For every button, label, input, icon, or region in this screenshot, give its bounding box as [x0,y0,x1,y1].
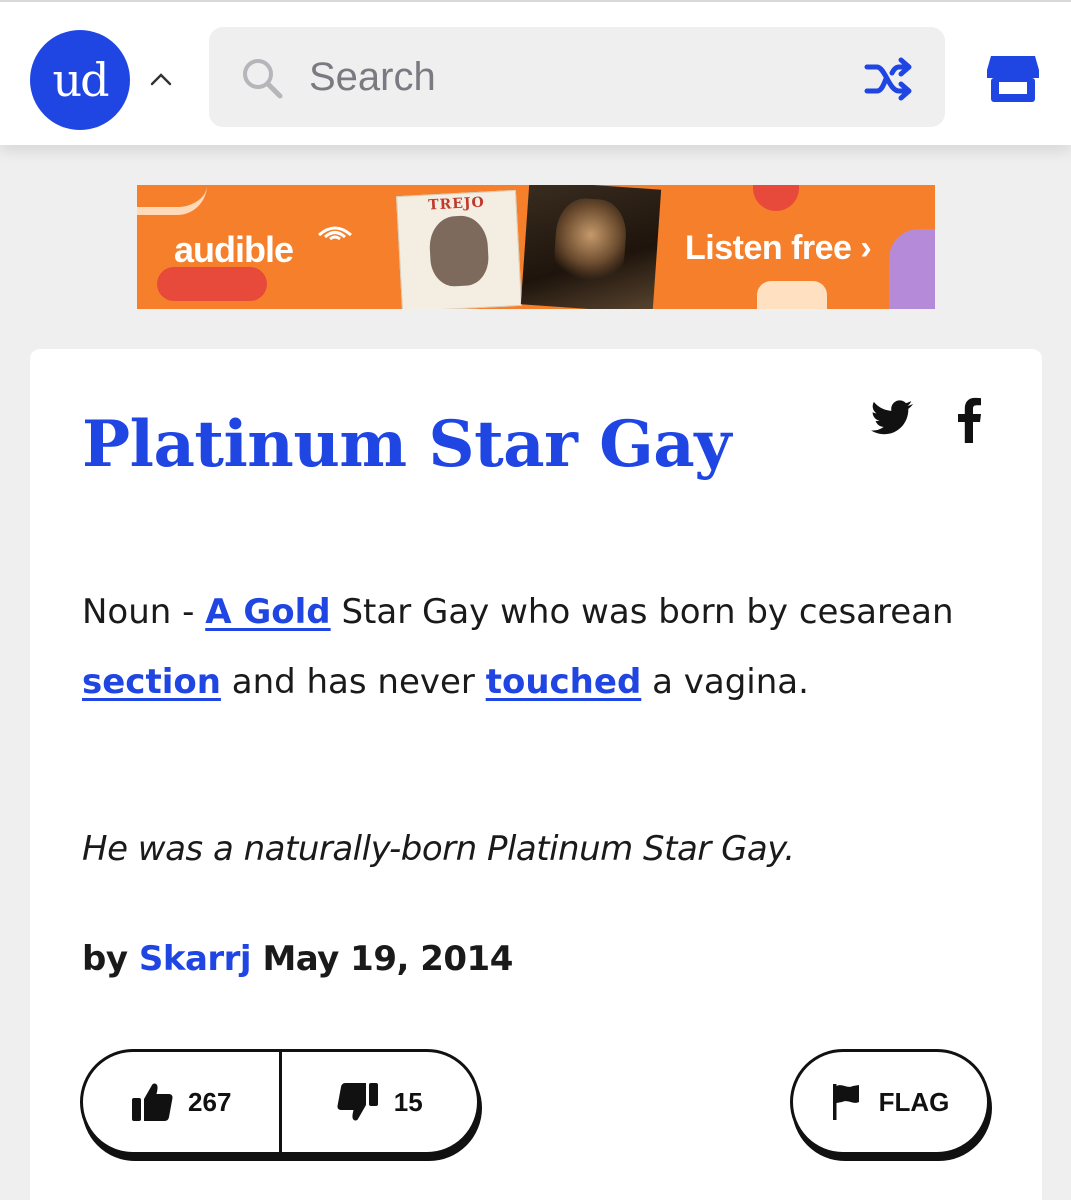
ad-brand-logo: audible [174,229,294,270]
definition-meaning: Noun - A Gold Star Gay who was born by c… [82,577,962,717]
upvote-button[interactable]: 267 [83,1052,279,1152]
book-cover-dark [520,185,662,309]
meaning-text: and has never [220,662,486,702]
term-link-a-gold[interactable]: A Gold [205,592,330,632]
downvote-count: 15 [393,1086,423,1117]
meaning-text: Star Gay who was born by cesarean [330,592,954,632]
by-label: by [82,939,128,979]
thumbs-down-icon [337,1083,378,1121]
upvote-count: 267 [188,1086,232,1117]
ad-decoration [753,185,799,211]
definition-card: Platinum Star Gay Noun - A Gold Star Gay… [30,349,1042,1200]
meaning-text: Noun - [82,592,206,632]
audible-ad-banner[interactable]: audible TREJO Listen free › [137,185,935,309]
twitter-icon[interactable] [868,399,914,439]
urban-dictionary-logo[interactable]: ud [30,30,130,130]
chevron-up-icon[interactable] [146,64,176,94]
ad-decoration [137,185,207,215]
term-link-touched[interactable]: touched [486,662,642,702]
book-title: TREJO [427,194,486,214]
book-cover-trejo: TREJO [396,189,522,309]
term-link-section[interactable]: section [82,662,221,702]
flag-label: FLAG [878,1086,950,1117]
search-bar[interactable] [209,27,945,127]
thumbs-up-icon [132,1083,173,1121]
search-input[interactable] [309,49,829,105]
shuffle-icon[interactable] [863,57,915,101]
book-cover-portrait [428,214,490,288]
author-link[interactable]: Skarrj [139,939,252,979]
meaning-text: a vagina. [641,662,809,702]
definition-word[interactable]: Platinum Star Gay [82,407,731,482]
audible-wave-icon [318,226,352,241]
search-icon [243,59,283,99]
flag-button[interactable]: FLAG [790,1049,990,1155]
vote-buttons: 267 15 [80,1049,480,1155]
contributor-line: by Skarrj May 19, 2014 [82,939,513,979]
facebook-icon[interactable] [956,397,982,443]
top-bar: ud [0,0,1071,145]
definition-example: He was a naturally-born Platinum Star Ga… [82,829,795,869]
downvote-button[interactable]: 15 [278,1052,478,1152]
ad-decoration [157,267,267,301]
definition-date: May 19, 2014 [262,939,513,979]
store-icon[interactable] [985,52,1041,104]
ad-cta-listen-free[interactable]: Listen free › [685,229,872,268]
ad-decoration [757,281,827,309]
flag-icon [832,1084,859,1120]
ad-decoration [889,229,935,309]
book-cover-figure [552,196,629,292]
